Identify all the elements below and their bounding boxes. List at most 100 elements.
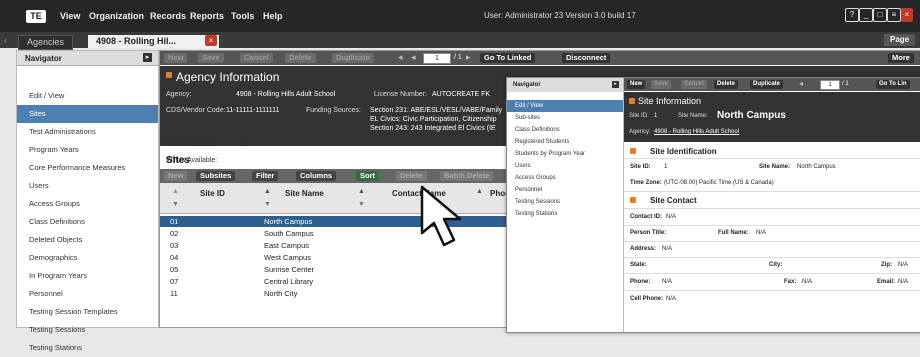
- cell-site-name: Central Library: [264, 277, 314, 286]
- overlay-nav-item-edit-view[interactable]: Edit / View: [507, 100, 623, 112]
- sites-delete-button[interactable]: Delete: [396, 171, 427, 181]
- overlay-navigator-header: Navigator ▸: [507, 78, 623, 92]
- ov-agency-label: Agency:: [629, 129, 651, 135]
- col-sort-icon[interactable]: ▲: [264, 188, 271, 195]
- sidebar-item-personnel[interactable]: Personnel: [17, 285, 158, 303]
- sidebar-item-edit-view[interactable]: Edit / View: [17, 87, 158, 105]
- ov-page-input[interactable]: 1: [820, 80, 840, 90]
- funding-value-2: EL Civics: Civic Participation, Citizens…: [370, 116, 497, 123]
- page-input[interactable]: 1: [423, 53, 451, 64]
- first-page-icon[interactable]: ◂: [411, 52, 416, 63]
- sort-button[interactable]: Sort: [356, 171, 379, 181]
- sites-new-button[interactable]: New: [164, 171, 188, 181]
- overlay-nav-item-students-by-program-year[interactable]: Students by Program Year: [507, 148, 623, 160]
- next-page-icon[interactable]: ▸: [466, 52, 471, 63]
- ov-new-button[interactable]: New: [627, 80, 646, 89]
- delete-button[interactable]: Delete: [285, 53, 316, 63]
- chevron-left-icon[interactable]: ‹: [4, 36, 7, 45]
- ov-save-button[interactable]: Save: [651, 80, 672, 89]
- page-button[interactable]: Page: [884, 34, 916, 46]
- divider: [624, 241, 920, 242]
- sidebar-item-test-administrations[interactable]: Test Administrations: [17, 123, 158, 141]
- sidebar-item-in-program-years[interactable]: In Program Years: [17, 267, 158, 285]
- filter-icon[interactable]: ▼: [358, 201, 365, 208]
- overlay-nav-item-class-definitions[interactable]: Class Definitions: [507, 124, 623, 136]
- tab-agencies[interactable]: Agencies: [18, 35, 74, 50]
- go-to-linked-button[interactable]: Go To Linked: [480, 53, 536, 63]
- menu-view[interactable]: View: [60, 11, 80, 21]
- overlay-nav-item-testing-sessions[interactable]: Testing Sessions: [507, 196, 623, 208]
- col-sort-icon[interactable]: ▲: [358, 188, 365, 195]
- collapse-icon[interactable]: ▸: [612, 81, 619, 88]
- divider: [624, 191, 920, 192]
- col-sort-icon[interactable]: ▲: [476, 188, 483, 195]
- filter-icon[interactable]: ▼: [264, 201, 271, 208]
- section-icon: [166, 72, 172, 78]
- contact-id-label: Contact ID:: [630, 214, 662, 220]
- collapse-icon[interactable]: ▸: [143, 53, 152, 62]
- sidebar-item-core-performance-measures[interactable]: Core Performance Measures: [17, 159, 158, 177]
- sidebar-item-program-years[interactable]: Program Years: [17, 141, 158, 159]
- overlay-navigator: Navigator ▸ Edit / View Sub-sites Class De…: [507, 78, 624, 332]
- restore-icon[interactable]: □: [873, 8, 887, 22]
- sort-asc-icon[interactable]: ▲: [172, 188, 179, 195]
- overlay-nav-item-sub-sites[interactable]: Sub-sites: [507, 112, 623, 124]
- cancel-button[interactable]: Cancel: [240, 53, 273, 63]
- overlay-nav-item-access-groups[interactable]: Access Groups: [507, 172, 623, 184]
- more-button[interactable]: More: [888, 53, 914, 63]
- divider: [624, 225, 920, 226]
- ov-cancel-button[interactable]: Cancel: [681, 80, 707, 89]
- ov-prev-icon[interactable]: ◂: [799, 79, 803, 88]
- ov-agency-link[interactable]: 4908 - Rolling Hills Adult School: [654, 129, 739, 135]
- sidebar-item-users[interactable]: Users: [17, 177, 158, 195]
- sidebar-item-testing-stations[interactable]: Testing Stations: [17, 339, 158, 357]
- duplicate-button[interactable]: Duplicate: [332, 53, 374, 63]
- wtu-label-text: WTUs Available:: [166, 141, 218, 148]
- tab-rolling-hills[interactable]: 4908 - Rolling Hil...: [88, 35, 219, 48]
- filter-icon[interactable]: ▼: [172, 201, 179, 208]
- ov-delete-button[interactable]: Delete: [714, 80, 739, 89]
- menu-tools[interactable]: Tools: [231, 11, 254, 21]
- sidebar-item-demographics[interactable]: Demographics: [17, 249, 158, 267]
- col-site-id[interactable]: Site ID: [200, 189, 225, 198]
- filter-button[interactable]: Filter: [252, 171, 279, 181]
- cell-site-name: East Campus: [264, 241, 310, 250]
- overlay-nav-item-personnel[interactable]: Personnel: [507, 184, 623, 196]
- close-tab-icon[interactable]: ×: [205, 35, 217, 46]
- ov-go-to-linked-button[interactable]: Go To Lin: [876, 80, 910, 89]
- menu-help[interactable]: Help: [263, 11, 283, 21]
- zip-value: N/A: [898, 262, 909, 268]
- save-button[interactable]: Save: [198, 53, 224, 63]
- email-label: Email:: [877, 279, 896, 285]
- help-icon[interactable]: ?: [845, 8, 859, 22]
- divider: [624, 158, 920, 159]
- overlay-nav-item-registered-students[interactable]: Registered Students: [507, 136, 623, 148]
- columns-button[interactable]: Columns: [296, 171, 337, 181]
- sidebar-item-deleted-objects[interactable]: Deleted Objects: [17, 231, 158, 249]
- minimize-icon[interactable]: _: [859, 8, 873, 22]
- new-button[interactable]: New: [164, 53, 188, 63]
- batch-delete-button[interactable]: Batch Delete: [440, 171, 494, 181]
- prev-page-icon[interactable]: ◂: [398, 52, 403, 63]
- mouse-cursor-icon: [420, 185, 462, 247]
- overlay-nav-item-testing-stations[interactable]: Testing Stations: [507, 208, 623, 220]
- menu-records[interactable]: Records: [150, 11, 186, 21]
- close-window-icon[interactable]: ×: [901, 8, 913, 22]
- sidebar-item-sites[interactable]: Sites: [17, 105, 158, 123]
- menu-icon[interactable]: ≡: [887, 8, 901, 22]
- menu-organization[interactable]: Organization: [89, 11, 144, 21]
- sidebar-item-access-groups[interactable]: Access Groups: [17, 195, 158, 213]
- col-site-name[interactable]: Site Name: [285, 189, 324, 198]
- ov-duplicate-button[interactable]: Duplicate: [750, 80, 784, 89]
- sites-title: Sites: [166, 155, 190, 166]
- sidebar-item-testing-session-templates[interactable]: Testing Session Templates: [17, 303, 158, 321]
- sidebar-item-testing-sessions[interactable]: Testing Sessions: [17, 321, 158, 339]
- disconnect-button[interactable]: Disconnect: [562, 53, 611, 63]
- divider: [624, 290, 920, 291]
- menu-reports[interactable]: Reports: [190, 11, 224, 21]
- overlay-nav-item-users[interactable]: Users: [507, 160, 623, 172]
- subsites-button[interactable]: Subsites: [196, 171, 236, 181]
- funding-value-3: Section 243: 243 Integrated El Civics (I…: [370, 125, 496, 132]
- identification-section-icon: [630, 147, 640, 157]
- sidebar-item-class-definitions[interactable]: Class Definitions: [17, 213, 158, 231]
